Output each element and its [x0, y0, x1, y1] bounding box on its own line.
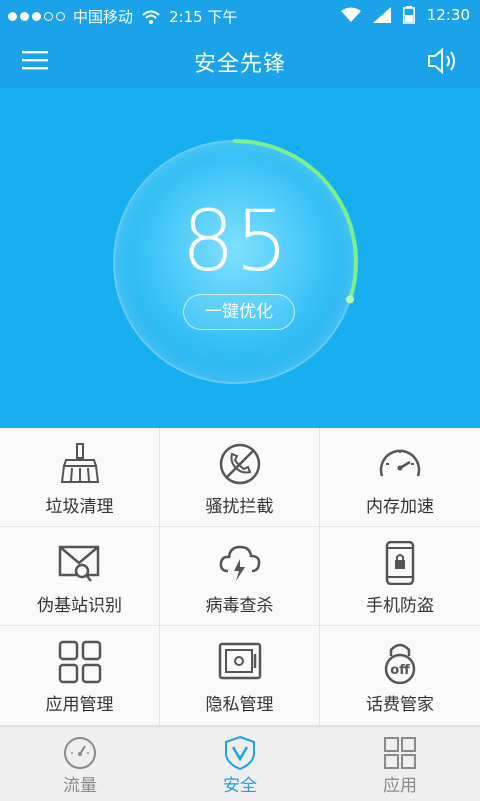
envelope-search-icon	[58, 545, 100, 582]
wifi-icon	[142, 10, 160, 24]
cell-signal-icon	[372, 7, 391, 23]
svg-text:off: off	[390, 663, 410, 678]
tile-label: 骚扰拦截	[205, 497, 274, 517]
fake-station-tile[interactable]: 伪基站识别	[0, 527, 160, 626]
app-manage-tile[interactable]: 应用管理	[0, 626, 160, 726]
bottom-tab-bar: 流量 安全 应用	[0, 726, 480, 801]
privacy-manage-tile[interactable]: 隐私管理	[160, 626, 320, 726]
tile-label: 手机防盗	[366, 596, 434, 616]
harassment-block-tile[interactable]: 骚扰拦截	[160, 428, 320, 527]
anti-theft-tile[interactable]: 手机防盗	[320, 527, 480, 626]
security-score-panel: 85 一键优化	[0, 88, 480, 428]
tile-label: 内存加速	[366, 497, 434, 517]
app-grid-icon	[58, 640, 102, 684]
status-time-right: 12:30	[426, 6, 470, 24]
memory-boost-tile[interactable]: 内存加速	[320, 428, 480, 527]
carrier-name: 中国移动	[73, 8, 134, 26]
tile-label: 隐私管理	[205, 695, 274, 715]
tile-label: 垃圾清理	[45, 497, 114, 517]
junk-clean-tile[interactable]: 垃圾清理	[0, 428, 160, 527]
page-title: 安全先锋	[193, 52, 286, 77]
speedometer-icon	[379, 449, 421, 477]
feature-grid: 垃圾清理 骚扰拦截 内存加速 伪基站识别 病毒查杀 手机防盗 应用管理 隐私管理…	[0, 428, 480, 726]
signal-dots-icon	[8, 12, 65, 21]
status-time-left: 2:15 下午	[169, 8, 238, 26]
virus-scan-tile[interactable]: 病毒查杀	[160, 527, 320, 626]
status-bar: 中国移动 2:15 下午 12:30	[0, 0, 480, 32]
battery-icon	[402, 6, 415, 24]
broom-icon	[60, 443, 100, 483]
off-lock-icon: off	[384, 643, 416, 684]
app-header: 安全先锋	[0, 32, 480, 88]
tile-label: 病毒查杀	[205, 596, 274, 616]
tile-label: 伪基站识别	[37, 596, 122, 616]
tab-apps[interactable]: 应用	[320, 727, 480, 801]
phone-lock-icon	[385, 541, 415, 585]
one-key-optimize-button[interactable]: 一键优化	[183, 294, 295, 330]
cloud-lightning-icon	[219, 545, 261, 581]
tile-label: 应用管理	[45, 695, 114, 715]
wifi-strength-icon	[340, 7, 361, 22]
security-score: 85	[181, 192, 289, 290]
shield-icon	[225, 735, 255, 771]
gauge-icon	[64, 737, 96, 769]
safe-icon	[218, 642, 262, 680]
tab-security[interactable]: 安全	[160, 727, 320, 801]
speaker-icon[interactable]	[426, 46, 460, 76]
blocked-phone-icon	[219, 443, 261, 485]
phone-bill-tile[interactable]: off 话费管家	[320, 626, 480, 726]
tab-traffic[interactable]: 流量	[0, 727, 160, 801]
apps-icon	[384, 737, 416, 769]
tab-label: 安全	[223, 776, 257, 796]
tab-label: 应用	[383, 776, 417, 796]
tile-label: 话费管家	[366, 695, 434, 715]
tab-label: 流量	[63, 776, 97, 796]
score-ring: 85 一键优化	[113, 139, 358, 384]
